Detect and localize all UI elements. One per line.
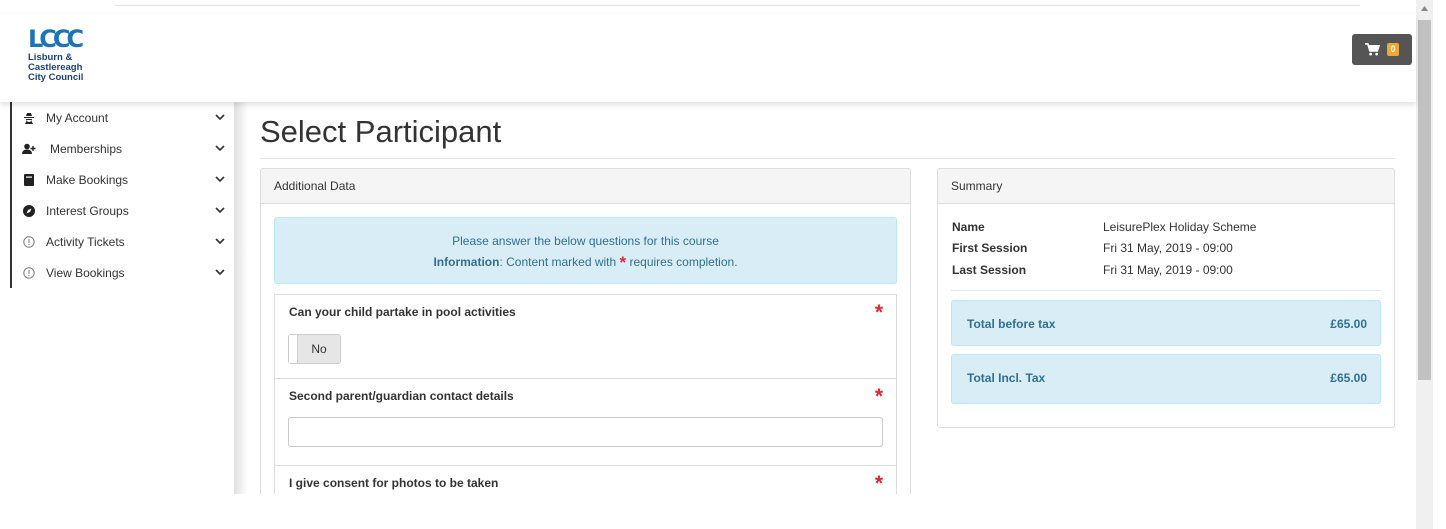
info-circle-icon <box>22 266 36 280</box>
sidebar-item-view-bookings[interactable]: View Bookings <box>12 257 234 288</box>
page-title: Select Participant <box>260 114 502 149</box>
required-asterisk-icon: * <box>874 301 883 324</box>
sidebar-item-interest-groups[interactable]: Interest Groups <box>12 195 234 226</box>
info-circle-icon <box>22 235 36 249</box>
cart-button[interactable]: 0 <box>1352 34 1412 65</box>
shopping-cart-icon <box>1365 43 1381 56</box>
sidebar-nav: My Account Memberships Make Bookings Int… <box>0 102 248 529</box>
total-before-tax: Total before tax £65.00 <box>951 300 1381 346</box>
panel-heading: Additional Data <box>261 169 910 204</box>
logo-text: Lisburn & Castlereagh City Council <box>28 52 84 83</box>
required-asterisk-icon: * <box>874 472 883 495</box>
council-logo[interactable]: LCCC Lisburn & Castlereagh City Council <box>28 25 118 83</box>
sidebar-item-memberships[interactable]: Memberships <box>12 133 234 164</box>
user-secret-icon <box>22 111 36 125</box>
compass-icon <box>22 204 36 218</box>
summary-panel: Summary Name LeisurePlex Holiday Scheme … <box>937 168 1395 428</box>
question-second-guardian: Second parent/guardian contact details * <box>274 378 897 465</box>
chevron-down-icon <box>215 114 225 121</box>
vertical-scrollbar[interactable] <box>1416 0 1433 529</box>
question-pool-activities: Can your child partake in pool activitie… <box>274 294 897 378</box>
chevron-down-icon <box>215 176 225 183</box>
cart-count-badge: 0 <box>1387 43 1399 56</box>
main-content: Select Participant Additional Data Pleas… <box>248 102 1416 529</box>
pool-activities-toggle[interactable]: No <box>288 334 341 364</box>
chevron-down-icon <box>215 238 225 245</box>
user-plus-icon <box>22 142 36 156</box>
required-asterisk-icon: * <box>874 385 883 408</box>
scroll-up-arrow-icon[interactable] <box>1416 0 1433 17</box>
top-strip <box>0 0 1416 14</box>
chevron-down-icon <box>215 207 225 214</box>
sidebar-item-activity-tickets[interactable]: Activity Tickets <box>12 226 234 257</box>
logo-mark: LCCC <box>28 25 84 53</box>
sidebar-item-make-bookings[interactable]: Make Bookings <box>12 164 234 195</box>
scrollbar-thumb[interactable] <box>1418 20 1431 380</box>
info-alert: Please answer the below questions for th… <box>274 217 897 284</box>
total-incl-tax: Total Incl. Tax £65.00 <box>951 354 1381 404</box>
sidebar-item-my-account[interactable]: My Account <box>12 102 234 133</box>
chevron-down-icon <box>215 269 225 276</box>
site-header: LCCC Lisburn & Castlereagh City Council … <box>0 14 1416 102</box>
panel-heading: Summary <box>938 169 1394 204</box>
second-guardian-input[interactable] <box>288 417 883 447</box>
book-icon <box>22 173 36 187</box>
chevron-down-icon <box>215 145 225 152</box>
additional-data-panel: Additional Data Please answer the below … <box>260 168 911 529</box>
